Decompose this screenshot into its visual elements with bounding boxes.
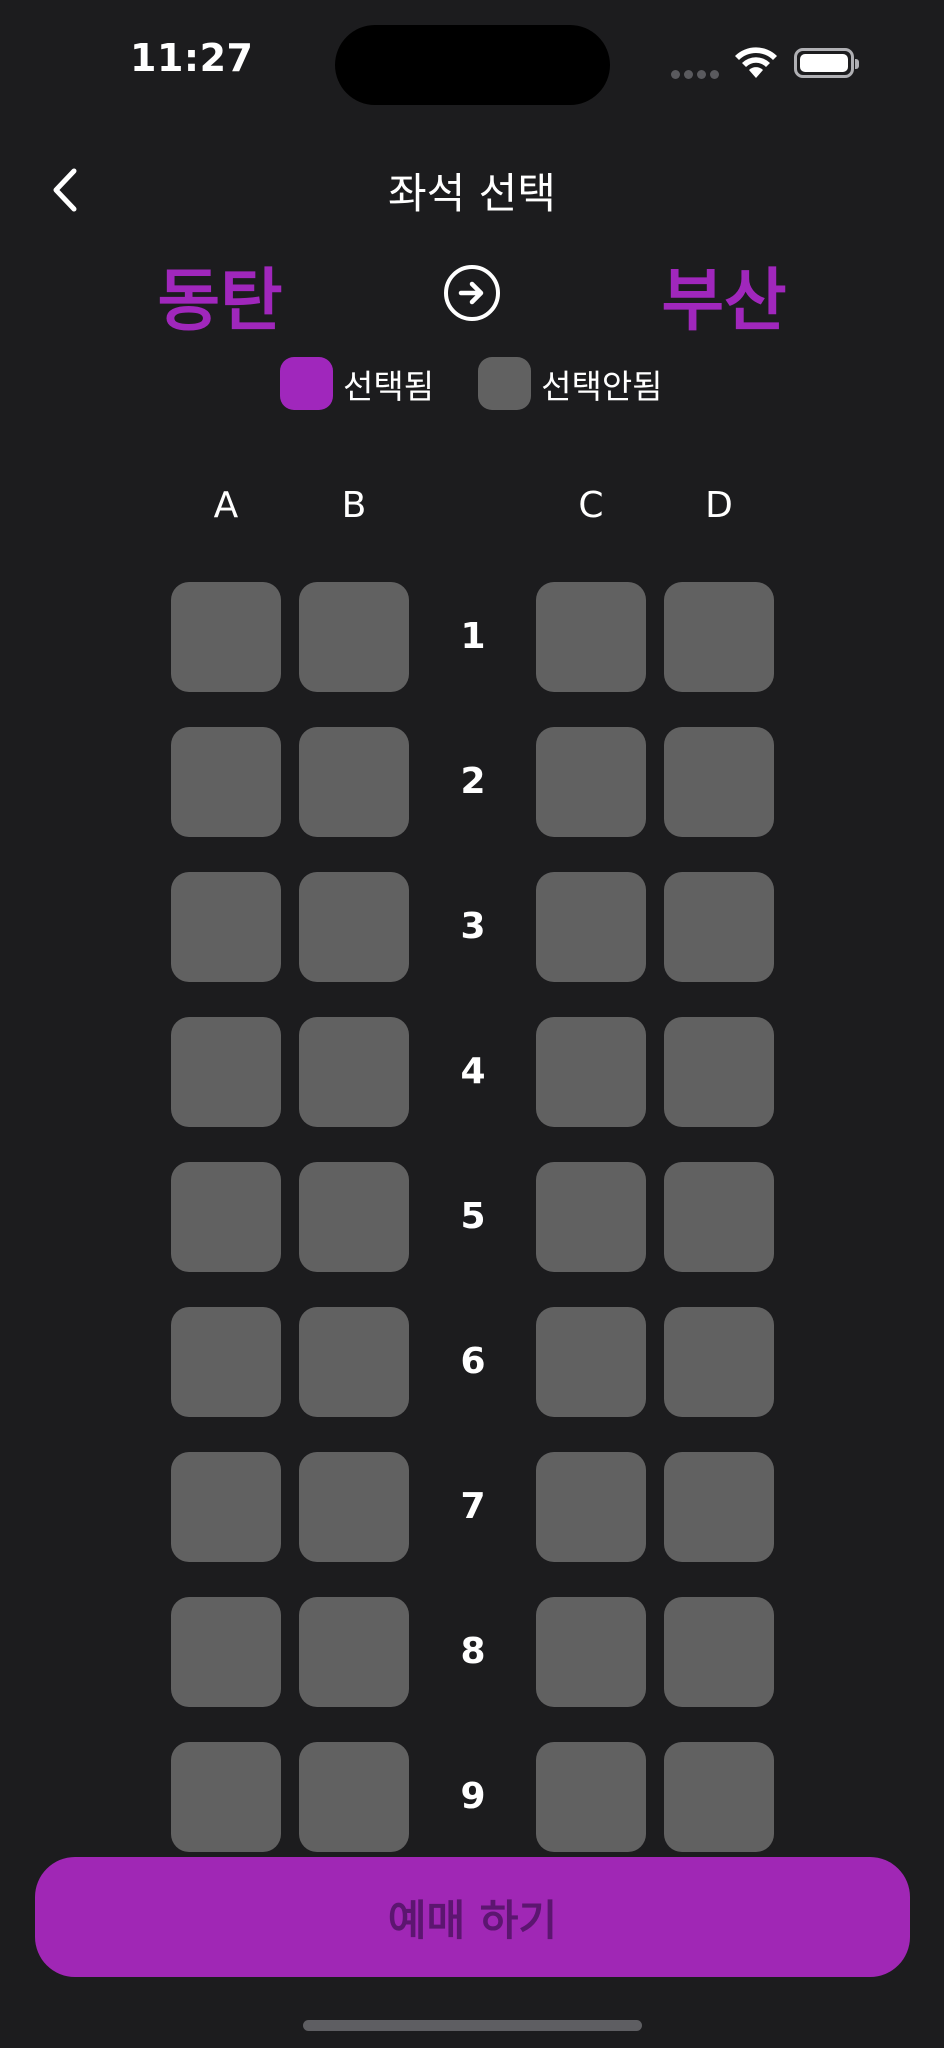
row-number: 9 (460, 1776, 486, 1817)
legend-selected-label: 선택됨 (343, 366, 435, 406)
seat-7d[interactable] (664, 1452, 774, 1562)
column-label-d: D (705, 485, 733, 526)
selected-swatch (280, 357, 333, 410)
seat-2a[interactable] (171, 727, 281, 837)
seat-5b[interactable] (299, 1162, 409, 1272)
column-label-b: B (341, 485, 367, 526)
seat-7a[interactable] (171, 1452, 281, 1562)
seat-6a[interactable] (171, 1307, 281, 1417)
seat-1a[interactable] (171, 582, 281, 692)
column-label-a: A (213, 485, 239, 526)
legend-selected: 선택됨 (280, 357, 434, 410)
wifi-icon (733, 44, 779, 84)
seat-2b[interactable] (299, 727, 409, 837)
book-button[interactable]: 예매 하기 (35, 1857, 910, 1977)
seat-5a[interactable] (171, 1162, 281, 1272)
seat-1b[interactable] (299, 582, 409, 692)
status-time: 11:27 (130, 36, 254, 80)
home-indicator (303, 2020, 642, 2031)
seat-5c[interactable] (536, 1162, 646, 1272)
page-title: 좌석 선택 (388, 169, 556, 218)
row-number: 4 (460, 1051, 486, 1092)
seat-3a[interactable] (171, 872, 281, 982)
seat-8b[interactable] (299, 1597, 409, 1707)
seat-7c[interactable] (536, 1452, 646, 1562)
battery-icon (794, 48, 859, 78)
row-number: 2 (460, 761, 486, 802)
seat-8a[interactable] (171, 1597, 281, 1707)
row-number: 8 (460, 1631, 486, 1672)
row-number: 6 (460, 1341, 486, 1382)
seat-3c[interactable] (536, 872, 646, 982)
seat-1d[interactable] (664, 582, 774, 692)
seat-1c[interactable] (536, 582, 646, 692)
row-number: 7 (460, 1486, 486, 1527)
legend-unselected: 선택안됨 (478, 357, 663, 410)
seat-8c[interactable] (536, 1597, 646, 1707)
seat-3d[interactable] (664, 872, 774, 982)
row-number: 5 (460, 1196, 486, 1237)
seat-3b[interactable] (299, 872, 409, 982)
cellular-signal-icon (671, 70, 719, 79)
seat-4d[interactable] (664, 1017, 774, 1127)
seat-5d[interactable] (664, 1162, 774, 1272)
seat-7b[interactable] (299, 1452, 409, 1562)
dynamic-island (335, 25, 610, 105)
seat-9b[interactable] (299, 1742, 409, 1852)
seat-legend: 선택됨 선택안됨 (280, 357, 707, 410)
arrival-station: 부산 (661, 262, 787, 341)
seat-8d[interactable] (664, 1597, 774, 1707)
arrow-right-circle-icon (444, 265, 500, 321)
seat-6c[interactable] (536, 1307, 646, 1417)
departure-station: 동탄 (157, 262, 283, 341)
seat-6d[interactable] (664, 1307, 774, 1417)
seat-6b[interactable] (299, 1307, 409, 1417)
seat-4c[interactable] (536, 1017, 646, 1127)
unselected-swatch (478, 357, 532, 410)
seat-2c[interactable] (536, 727, 646, 837)
legend-unselected-label: 선택안됨 (541, 366, 663, 406)
column-label-c: C (578, 485, 604, 526)
row-number: 1 (460, 616, 486, 657)
seat-4b[interactable] (299, 1017, 409, 1127)
seat-9a[interactable] (171, 1742, 281, 1852)
row-number: 3 (460, 906, 486, 947)
seat-9d[interactable] (664, 1742, 774, 1852)
seat-9c[interactable] (536, 1742, 646, 1852)
seat-4a[interactable] (171, 1017, 281, 1127)
seat-2d[interactable] (664, 727, 774, 837)
